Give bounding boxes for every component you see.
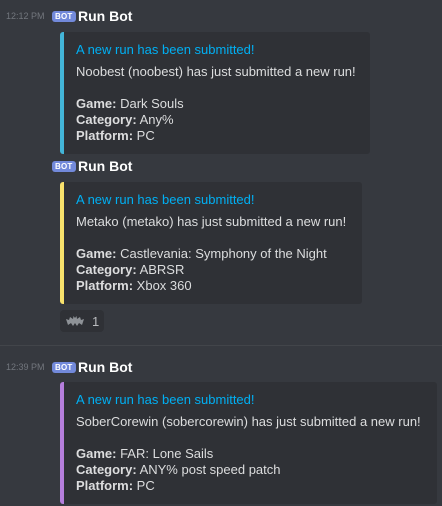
- bat-emoji-icon: [66, 316, 84, 326]
- username[interactable]: Run Bot: [78, 158, 132, 174]
- embed-title: A new run has been submitted!: [76, 392, 255, 407]
- field-game: Game: Dark Souls: [76, 96, 184, 111]
- embed-description: Metako (metako) has just submitted a new…: [76, 214, 347, 229]
- username[interactable]: Run Bot: [78, 359, 132, 375]
- timestamp[interactable]: 12:39 PM: [6, 362, 48, 372]
- embed: A new run has been submitted! Noobest (n…: [60, 32, 370, 154]
- field-game: Game: Castlevania: Symphony of the Night: [76, 246, 327, 261]
- field-category: Category: ANY% post speed patch: [76, 462, 281, 477]
- field-game: Game: FAR: Lone Sails: [76, 446, 214, 461]
- bot-tag: BOT: [52, 10, 76, 22]
- reaction-button[interactable]: 1: [60, 310, 104, 332]
- bot-tag: BOT: [52, 361, 76, 373]
- divider: [0, 345, 442, 346]
- username[interactable]: Run Bot: [78, 8, 132, 24]
- embed-title: A new run has been submitted!: [76, 42, 255, 57]
- embed: A new run has been submitted! Metako (me…: [60, 182, 362, 304]
- field-category: Category: ABRSR: [76, 262, 185, 277]
- field-category: Category: Any%: [76, 112, 174, 127]
- bot-tag: BOT: [52, 160, 76, 172]
- message-feed: 12:12 PM BOT Run Bot A new run has been …: [0, 0, 442, 506]
- embed: A new run has been submitted! SoberCorew…: [60, 382, 437, 504]
- embed-title: A new run has been submitted!: [76, 192, 255, 207]
- timestamp[interactable]: 12:12 PM: [6, 11, 48, 21]
- embed-description: SoberCorewin (sobercorewin) has just sub…: [76, 414, 421, 429]
- embed-description: Noobest (noobest) has just submitted a n…: [76, 64, 356, 79]
- field-platform: Platform: PC: [76, 128, 155, 143]
- field-platform: Platform: Xbox 360: [76, 278, 192, 293]
- field-platform: Platform: PC: [76, 478, 155, 493]
- reaction-count: 1: [92, 313, 100, 329]
